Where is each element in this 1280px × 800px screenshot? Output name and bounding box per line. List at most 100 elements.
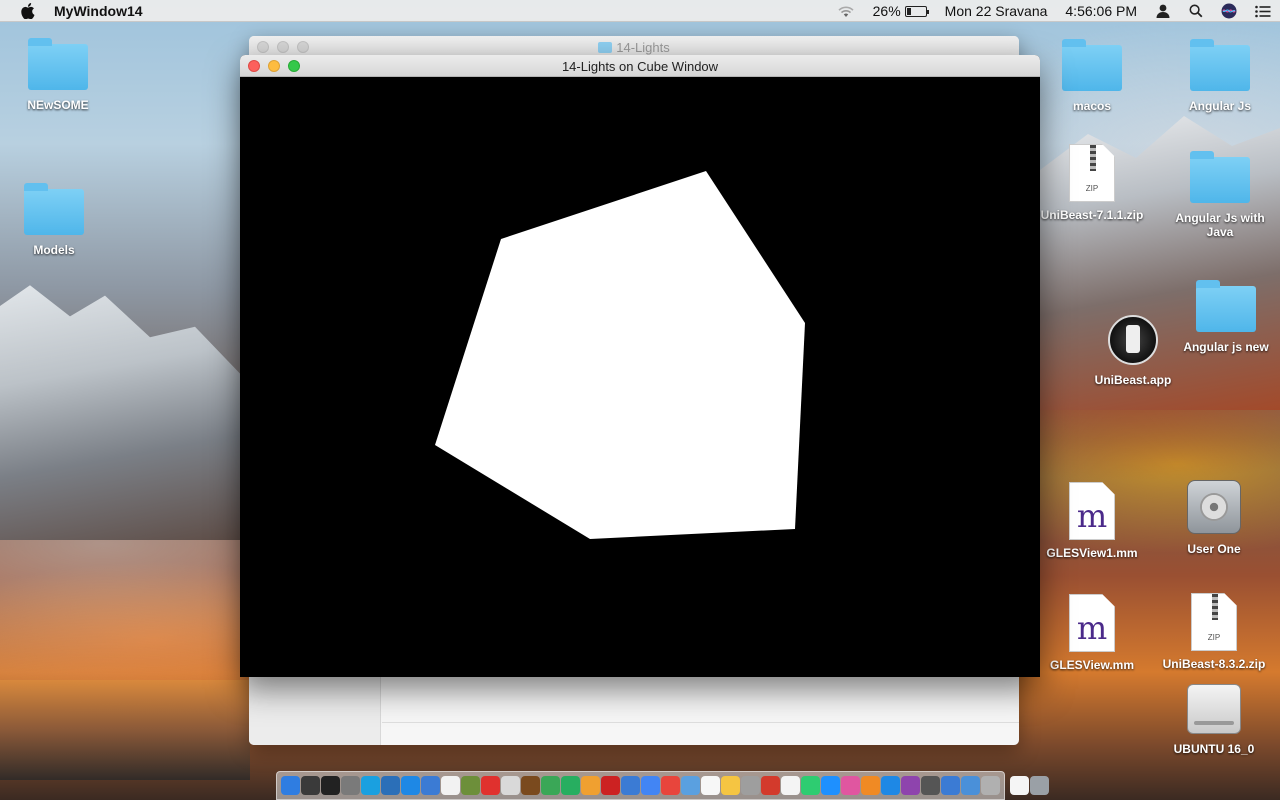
dock-app-icon[interactable] bbox=[761, 776, 780, 795]
dock-app-icon[interactable] bbox=[741, 776, 760, 795]
finder-sidebar[interactable] bbox=[249, 676, 381, 745]
desktop-icon-label: User One bbox=[1187, 542, 1241, 556]
wallpaper-mountain-left bbox=[0, 285, 250, 540]
desktop-app-unibeast[interactable]: UniBeast.app bbox=[1078, 315, 1188, 387]
source-file-icon: m bbox=[1069, 594, 1115, 652]
desktop-icon-label: Angular Js bbox=[1188, 99, 1251, 113]
dock-app-icon[interactable] bbox=[701, 776, 720, 795]
dock-app-icon[interactable] bbox=[421, 776, 440, 795]
dock-app-icon[interactable] bbox=[681, 776, 700, 795]
dock-app-icon[interactable] bbox=[901, 776, 920, 795]
dock-app-icon[interactable] bbox=[861, 776, 880, 795]
dock-app-icon[interactable] bbox=[521, 776, 540, 795]
trash-icon[interactable] bbox=[1030, 776, 1049, 795]
desktop-folder-newsome[interactable]: NEwSOME bbox=[3, 38, 113, 112]
dock-app-icon[interactable] bbox=[721, 776, 740, 795]
desktop-disk-user-one[interactable]: User One bbox=[1159, 480, 1269, 556]
desktop-file-unibeast-711-zip[interactable]: ZIP UniBeast-7.1.1.zip bbox=[1037, 144, 1147, 222]
dock-app-icon[interactable] bbox=[621, 776, 640, 795]
menu-extras: 26% Mon 22 Sravana 4:56:06 PM bbox=[828, 0, 1280, 22]
menu-clock-time[interactable]: 4:56:06 PM bbox=[1065, 3, 1137, 19]
dock-app-icon[interactable] bbox=[441, 776, 460, 795]
dock-app-icon[interactable] bbox=[601, 776, 620, 795]
desktop-icon-label: UniBeast-7.1.1.zip bbox=[1040, 208, 1144, 222]
dock-app-icon[interactable] bbox=[1010, 776, 1029, 795]
app-menu-name[interactable]: MyWindow14 bbox=[54, 3, 143, 19]
hard-disk-icon bbox=[1187, 480, 1241, 534]
folder-icon bbox=[1190, 151, 1250, 203]
desktop-file-glesview1-mm[interactable]: m GLESView1.mm bbox=[1037, 482, 1147, 560]
dock-app-icon[interactable] bbox=[281, 776, 300, 795]
menu-clock-date[interactable]: Mon 22 Sravana bbox=[945, 3, 1048, 19]
opengl-canvas[interactable] bbox=[240, 77, 1040, 677]
background-window-title: 14-Lights bbox=[249, 40, 1019, 55]
battery-icon bbox=[904, 5, 929, 17]
desktop-icon-label: macos bbox=[1072, 99, 1112, 113]
zipper-graphic bbox=[1090, 145, 1096, 171]
desktop-file-unibeast-832-zip[interactable]: ZIP UniBeast-8.3.2.zip bbox=[1159, 593, 1269, 671]
usb-app-icon bbox=[1108, 315, 1158, 365]
user-icon[interactable] bbox=[1155, 4, 1171, 18]
dock-app-icon[interactable] bbox=[381, 776, 400, 795]
source-file-glyph: m bbox=[1076, 609, 1108, 647]
siri-icon[interactable] bbox=[1221, 3, 1237, 19]
battery-percent: 26% bbox=[872, 3, 901, 19]
main-window-titlebar[interactable]: 14-Lights on Cube Window bbox=[240, 55, 1040, 77]
desktop-folder-macos[interactable]: macos bbox=[1037, 39, 1147, 113]
main-window[interactable]: 14-Lights on Cube Window bbox=[240, 55, 1040, 677]
dock-app-icon[interactable] bbox=[661, 776, 680, 795]
dock-app-icon[interactable] bbox=[501, 776, 520, 795]
desktop-folder-angular-js-with-java[interactable]: Angular Js with Java bbox=[1165, 151, 1275, 239]
dock-app-icon[interactable] bbox=[781, 776, 800, 795]
dock-app-icon[interactable] bbox=[941, 776, 960, 795]
dock-app-icon[interactable] bbox=[961, 776, 980, 795]
desktop-file-glesview-mm[interactable]: m GLESView.mm bbox=[1037, 594, 1147, 672]
dock-app-icon[interactable] bbox=[541, 776, 560, 795]
dock-app-icon[interactable] bbox=[361, 776, 380, 795]
dock bbox=[276, 771, 1049, 800]
dock-app-icon[interactable] bbox=[821, 776, 840, 795]
dock-app-icon[interactable] bbox=[341, 776, 360, 795]
dock-app-icon[interactable] bbox=[301, 776, 320, 795]
dock-app-icon[interactable] bbox=[581, 776, 600, 795]
battery-fill bbox=[906, 7, 912, 15]
desktop-icon-label: GLESView.mm bbox=[1049, 658, 1135, 672]
desktop-drive-ubuntu[interactable]: UBUNTU 16_0 bbox=[1159, 684, 1269, 756]
render-surface bbox=[240, 77, 1040, 677]
zip-badge: ZIP bbox=[1085, 184, 1099, 193]
folder-icon bbox=[1190, 39, 1250, 91]
folder-icon bbox=[24, 183, 84, 235]
folder-icon bbox=[598, 42, 613, 53]
folder-icon bbox=[1062, 39, 1122, 91]
desktop-folder-models[interactable]: Models bbox=[0, 183, 109, 257]
battery-status[interactable]: 26% bbox=[872, 3, 929, 19]
zip-file-icon: ZIP bbox=[1069, 144, 1115, 202]
source-file-icon: m bbox=[1069, 482, 1115, 540]
dock-app-icon[interactable] bbox=[881, 776, 900, 795]
folder-icon bbox=[1196, 280, 1256, 332]
dock-app-icon[interactable] bbox=[461, 776, 480, 795]
dock-app-icon[interactable] bbox=[481, 776, 500, 795]
dock-app-icon[interactable] bbox=[321, 776, 340, 795]
dock-app-icon[interactable] bbox=[921, 776, 940, 795]
background-window-title-text: 14-Lights bbox=[616, 40, 670, 55]
external-drive-icon bbox=[1187, 684, 1241, 734]
notification-center-icon[interactable] bbox=[1255, 5, 1271, 18]
dock-app-icon[interactable] bbox=[801, 776, 820, 795]
zip-badge: ZIP bbox=[1207, 633, 1221, 642]
dock-app-icon[interactable] bbox=[401, 776, 420, 795]
spotlight-search-icon[interactable] bbox=[1189, 4, 1203, 18]
window-title: 14-Lights on Cube Window bbox=[561, 59, 719, 74]
dock-app-icon[interactable] bbox=[841, 776, 860, 795]
desktop-icon-label: NEwSOME bbox=[27, 98, 89, 112]
desktop-icon-label: Angular Js with Java bbox=[1175, 211, 1265, 239]
apple-icon[interactable] bbox=[21, 2, 35, 19]
dock-app-icon[interactable] bbox=[641, 776, 660, 795]
dock-app-icon[interactable] bbox=[981, 776, 1000, 795]
desktop-folder-angular-js[interactable]: Angular Js bbox=[1165, 39, 1275, 113]
wifi-icon[interactable] bbox=[837, 5, 855, 18]
folder-icon bbox=[28, 38, 88, 90]
dock-app-icon[interactable] bbox=[561, 776, 580, 795]
desktop-icon-label: GLESView1.mm bbox=[1046, 546, 1138, 560]
finder-divider bbox=[382, 722, 1019, 723]
